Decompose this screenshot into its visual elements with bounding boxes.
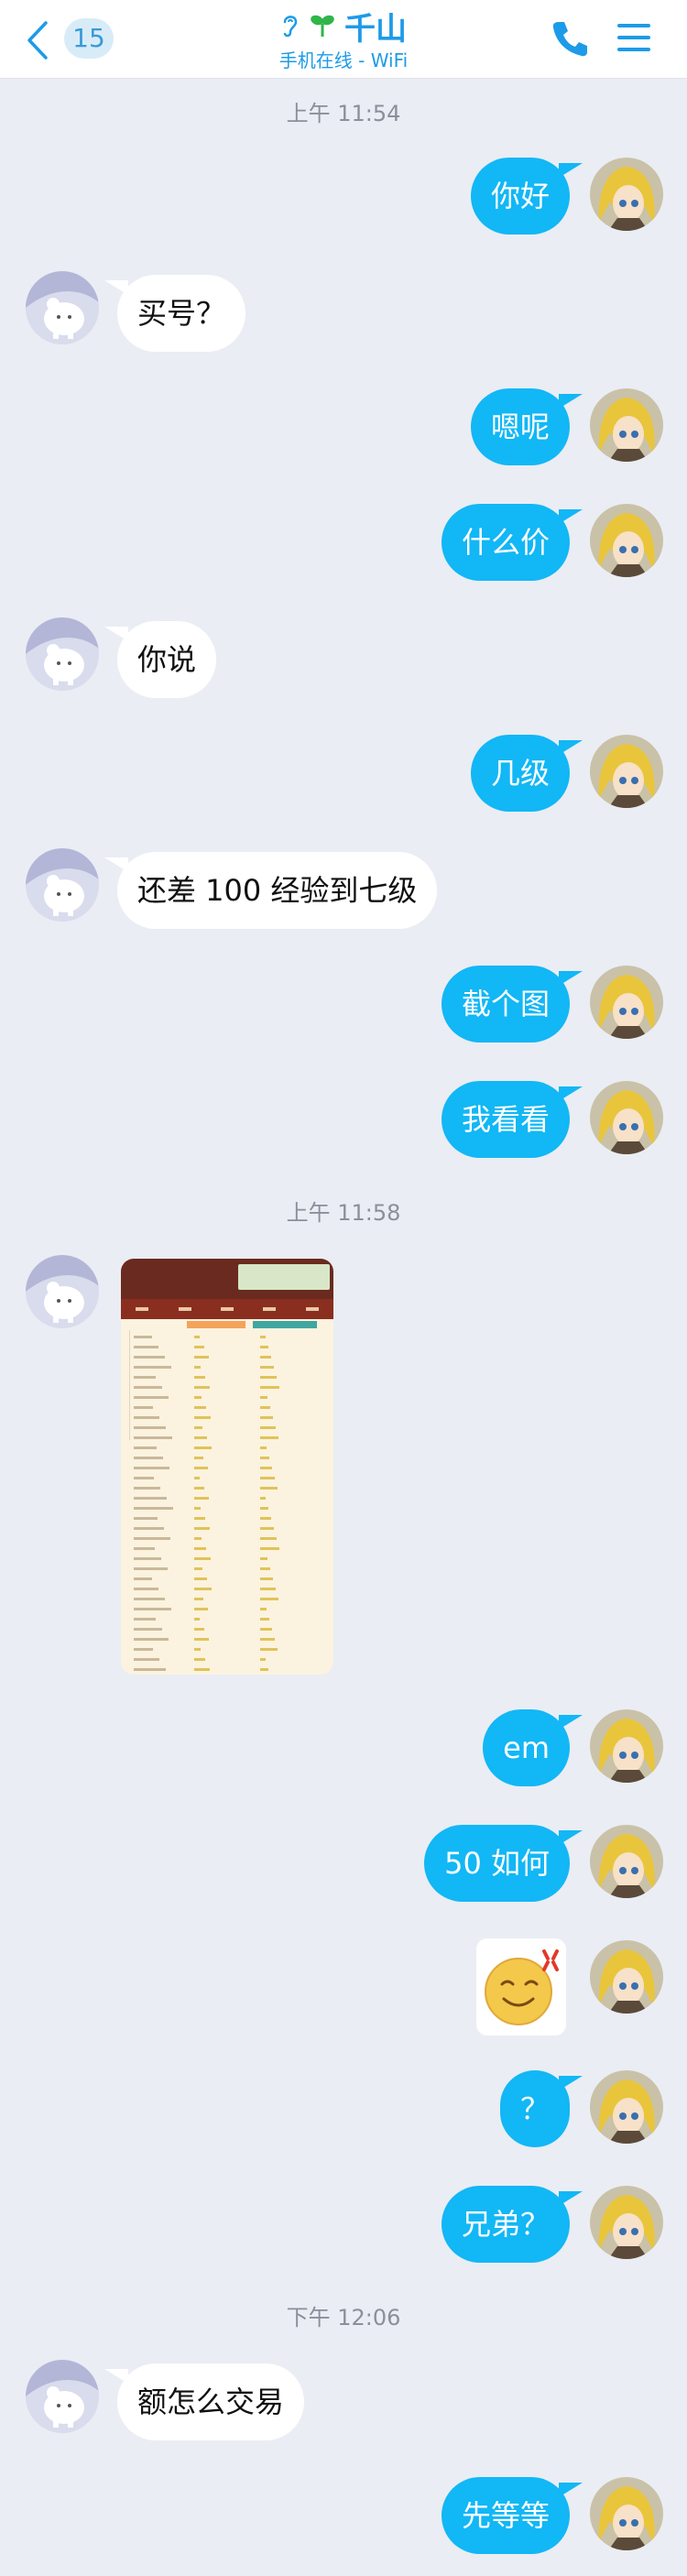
incoming-message[interactable]: 额怎么交易 [104, 2363, 305, 2440]
online-status: 手机在线 - WiFi [278, 49, 409, 71]
contact-avatar[interactable] [26, 2360, 99, 2433]
image-table-row [128, 1334, 326, 1340]
image-table-row [128, 1596, 326, 1602]
image-header-strip [121, 1259, 333, 1299]
sticker-message[interactable] [476, 1938, 566, 2036]
contact-avatar[interactable] [26, 617, 99, 691]
image-table-row [128, 1566, 326, 1572]
outgoing-message[interactable]: 嗯呢 [470, 388, 583, 465]
image-table-row [128, 1626, 326, 1632]
incoming-message[interactable]: 还差 100 经验到七级 [104, 852, 438, 929]
image-table-row [128, 1515, 326, 1522]
image-table-row [128, 1455, 326, 1461]
image-table-row [128, 1646, 326, 1653]
image-table-row [128, 1344, 326, 1350]
contact-avatar[interactable] [26, 1255, 99, 1328]
chat-header: 15 千山 手机在线 - WiFi [0, 0, 687, 79]
my-avatar[interactable] [590, 2070, 663, 2144]
image-table-row [128, 1374, 326, 1381]
contact-title[interactable]: 千山 手机在线 - WiFi [202, 7, 485, 73]
my-avatar[interactable] [590, 966, 663, 1039]
image-table-row [128, 1354, 326, 1360]
hamburger-menu-icon[interactable] [617, 24, 650, 53]
my-avatar[interactable] [590, 158, 663, 231]
sprout-icon [311, 15, 334, 37]
image-table-row [128, 1394, 326, 1401]
timestamp: 上午 11:58 [286, 1200, 401, 1226]
my-avatar[interactable] [590, 1081, 663, 1154]
image-table-row [128, 1525, 326, 1532]
ear-icon [283, 16, 298, 38]
outgoing-message[interactable]: 50 如何 [424, 1825, 583, 1902]
incoming-message[interactable]: 买号？ [104, 275, 246, 352]
my-avatar[interactable] [590, 1709, 663, 1783]
contact-name: 千山 [344, 10, 407, 48]
outgoing-message[interactable]: 截个图 [441, 966, 583, 1042]
angry-emoji-icon [485, 1949, 559, 2025]
image-table-row [128, 1384, 326, 1391]
outgoing-message[interactable]: 兄弟？ [441, 2186, 583, 2263]
my-avatar[interactable] [590, 2477, 663, 2550]
timestamp: 上午 11:54 [286, 101, 401, 126]
image-table-row [128, 1535, 326, 1542]
image-table-row [128, 1666, 326, 1673]
my-avatar[interactable] [590, 504, 663, 577]
image-table-row [128, 1616, 326, 1622]
outgoing-message[interactable]: ？ [499, 2070, 583, 2147]
image-table-row [128, 1495, 326, 1501]
image-table [121, 1330, 333, 1675]
incoming-message[interactable]: 你说 [104, 621, 217, 698]
my-avatar[interactable] [590, 1825, 663, 1898]
image-table-row [128, 1414, 326, 1421]
outgoing-message[interactable]: 先等等 [441, 2477, 583, 2554]
outgoing-message[interactable]: em [483, 1709, 583, 1786]
contact-avatar[interactable] [26, 271, 99, 344]
image-table-row [128, 1576, 326, 1582]
outgoing-message[interactable]: 什么价 [441, 504, 583, 581]
phone-icon[interactable] [550, 18, 590, 59]
image-table-row [128, 1485, 326, 1491]
image-table-row [128, 1656, 326, 1663]
outgoing-message[interactable]: 几级 [470, 735, 583, 812]
image-table-row [128, 1404, 326, 1411]
my-avatar[interactable] [590, 2186, 663, 2259]
image-table-row [128, 1435, 326, 1441]
contact-avatar[interactable] [26, 848, 99, 922]
image-table-row [128, 1555, 326, 1562]
image-table-row [128, 1445, 326, 1451]
back-button[interactable]: 15 [24, 16, 125, 62]
image-table-row [128, 1606, 326, 1612]
image-table-row [128, 1586, 326, 1592]
image-table-row [128, 1545, 326, 1552]
my-avatar[interactable] [590, 735, 663, 808]
outgoing-message[interactable]: 你好 [470, 158, 583, 235]
image-table-row [128, 1364, 326, 1370]
image-table-row [128, 1505, 326, 1512]
image-table-row [128, 1475, 326, 1481]
chevron-left-icon [27, 21, 48, 60]
my-avatar[interactable] [590, 1940, 663, 2014]
unread-badge: 15 [64, 18, 114, 59]
image-table-row [128, 1636, 326, 1643]
image-message[interactable] [121, 1259, 333, 1675]
image-table-row [128, 1424, 326, 1431]
timestamp: 下午 12:06 [286, 2305, 401, 2330]
outgoing-message[interactable]: 我看看 [441, 1081, 583, 1158]
image-table-row [128, 1465, 326, 1471]
my-avatar[interactable] [590, 388, 663, 462]
